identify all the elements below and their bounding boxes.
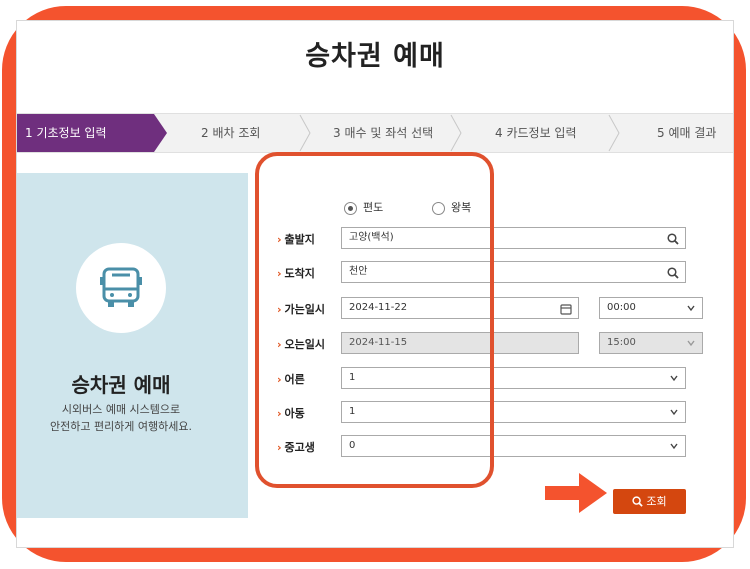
go-time-select[interactable]: 00:00: [599, 297, 703, 319]
return-time-select[interactable]: 15:00: [599, 332, 703, 354]
step-4-card: 4 카드정보 입력: [495, 126, 577, 140]
chevron-right-icon: [608, 114, 620, 152]
chevron-right-icon: [450, 114, 462, 152]
panel-description-line-1: 시외버스 예매 시스템으로: [61, 403, 181, 416]
chevron-down-icon: [670, 409, 678, 416]
step-progress-bar: 1 기초정보 입력 2 배차 조회 3 매수 및 좌석 선택 4 카드정보 입력…: [17, 113, 733, 153]
chevron-down-icon: [670, 443, 678, 450]
bus-icon: [100, 267, 142, 307]
chevron-down-icon: [687, 340, 695, 347]
search-icon[interactable]: [667, 267, 679, 279]
search-button-label: 조회: [646, 495, 667, 508]
page-title: 승차권 예매: [305, 41, 445, 72]
search-icon: [632, 496, 644, 507]
calendar-icon[interactable]: [560, 303, 572, 315]
step-3-seats: 3 매수 및 좌석 선택: [333, 126, 434, 140]
return-time-value: 15:00: [607, 337, 636, 348]
panel-description: 시외버스 예매 시스템으로 안전하고 편리하게 여행하세요.: [17, 401, 225, 435]
form-highlight-box: [255, 152, 494, 488]
bus-icon-circle: [76, 243, 166, 333]
info-panel: 승차권 예매 시외버스 예매 시스템으로 안전하고 편리하게 여행하세요.: [17, 173, 248, 518]
arrow-right-icon: [545, 473, 607, 513]
chevron-right-icon: [299, 114, 311, 152]
search-button[interactable]: 조회: [613, 489, 686, 514]
panel-description-line-2: 안전하고 편리하게 여행하세요.: [49, 420, 193, 433]
chevron-down-icon: [687, 305, 695, 312]
step-2-schedule: 2 배차 조회: [201, 126, 261, 140]
chevron-down-icon: [670, 375, 678, 382]
panel-title: 승차권 예매: [71, 373, 171, 397]
search-icon[interactable]: [667, 233, 679, 245]
step-5-result: 5 예매 결과: [657, 126, 717, 140]
go-time-value: 00:00: [607, 302, 636, 313]
step-1-basic-info: 1 기초정보 입력: [17, 114, 167, 152]
